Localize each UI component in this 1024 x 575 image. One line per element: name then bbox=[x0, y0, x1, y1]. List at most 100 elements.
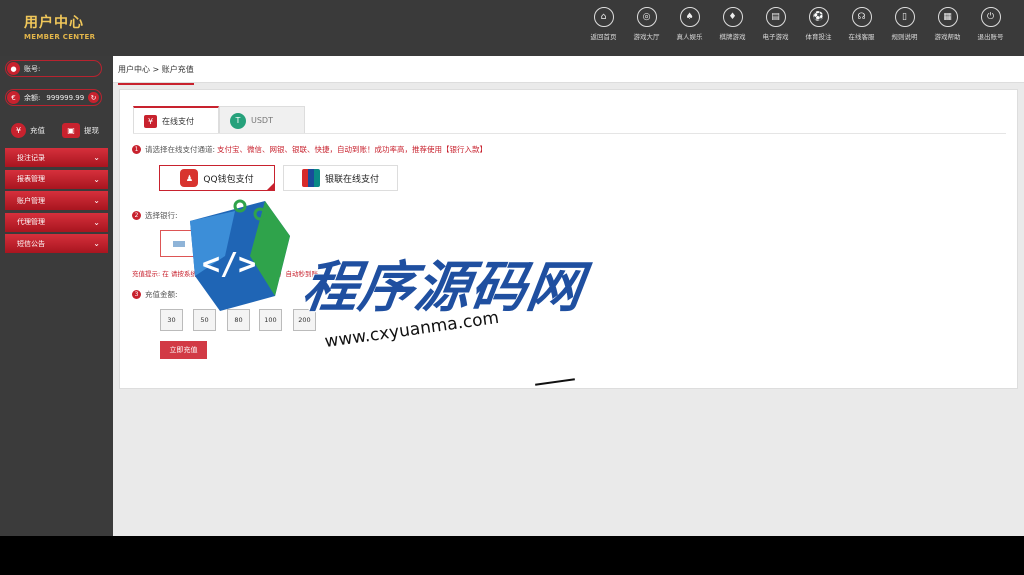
power-icon: ⏻ bbox=[980, 7, 1001, 27]
tab-usdt[interactable]: T USDT bbox=[219, 106, 305, 134]
nav-item-5[interactable]: ⚽ 体育投注 bbox=[797, 7, 840, 41]
nav-label: 电子游戏 bbox=[762, 33, 789, 41]
doc-icon: ▯ bbox=[894, 7, 915, 27]
nav-label: 游戏帮助 bbox=[934, 33, 961, 41]
deposit-label: 充值 bbox=[30, 126, 45, 135]
amount-option[interactable]: 100 bbox=[259, 309, 282, 331]
chevron-down-icon: ⌄ bbox=[93, 217, 100, 227]
nav-item-8[interactable]: ▦ 游戏帮助 bbox=[926, 7, 969, 41]
nav-item-7[interactable]: ▯ 规则说明 bbox=[883, 7, 926, 41]
nav-label: 体育投注 bbox=[805, 33, 832, 41]
logo-subtitle: MEMBER CENTER bbox=[24, 33, 96, 41]
bank-logo-icon bbox=[173, 241, 185, 247]
nav-label: 真人娱乐 bbox=[676, 33, 703, 41]
nav-item-0[interactable]: ⌂ 返回首页 bbox=[582, 7, 625, 41]
dealer-icon: ♠ bbox=[679, 7, 700, 27]
menu-label: 短信公告 bbox=[17, 239, 45, 248]
nav-item-1[interactable]: ◎ 游戏大厅 bbox=[625, 7, 668, 41]
sidebar-menu-item[interactable]: 投注记录 ⌄ bbox=[5, 148, 108, 167]
nav-label: 游戏大厅 bbox=[633, 33, 660, 41]
top-nav: ⌂ 返回首页 ◎ 游戏大厅 ♠ 真人娱乐 ♦ 棋牌游戏 ▤ 电子游戏 ⚽ 体育投注 ☊ 在线客服 ▯ 规则说明… bbox=[582, 7, 1012, 41]
amount-option[interactable]: 30 bbox=[160, 309, 183, 331]
sidebar: ● 账号: € 余额: 999999.99 ↻ ¥ 充值 ▣ 提现 投注记录 ⌄ 报… bbox=[0, 56, 113, 536]
unionpay-icon bbox=[301, 169, 320, 187]
help-icon: ▦ bbox=[937, 7, 958, 27]
step-2: 2 选择银行: bbox=[132, 210, 178, 221]
account-field: ● 账号: bbox=[5, 60, 102, 77]
tab-label: 在线支付 bbox=[162, 116, 194, 126]
member-center-logo[interactable]: 用户中心 MEMBER CENTER bbox=[24, 12, 104, 46]
breadcrumb-bar: 用户中心 > 账户充值 bbox=[113, 56, 1024, 85]
amount-option[interactable]: 200 bbox=[293, 309, 316, 331]
nav-label: 棋牌游戏 bbox=[719, 33, 746, 41]
refresh-icon[interactable]: ↻ bbox=[88, 92, 99, 103]
logo-title: 用户中心 bbox=[24, 15, 84, 31]
slot-icon: ▤ bbox=[765, 7, 786, 27]
step-1: 1 请选择在线支付通道: 支付宝、微信、网银、银联、快捷，自动到账！成功率高，推… bbox=[132, 144, 487, 155]
step3-label: 充值金额: bbox=[145, 290, 178, 299]
sidebar-menu-item[interactable]: 账户管理 ⌄ bbox=[5, 191, 108, 211]
menu-label: 投注记录 bbox=[17, 153, 45, 162]
euro-icon: € bbox=[7, 91, 20, 104]
sidebar-menu-item[interactable]: 短信公告 ⌄ bbox=[5, 234, 108, 254]
nav-item-2[interactable]: ♠ 真人娱乐 bbox=[668, 7, 711, 41]
sidebar-menu-item[interactable]: 报表管理 ⌄ bbox=[5, 169, 108, 189]
deposit-button[interactable]: ¥ 充值 bbox=[11, 123, 45, 138]
step1-label: 请选择在线支付通道: bbox=[145, 145, 216, 154]
home-icon: ⌂ bbox=[593, 7, 614, 27]
recharge-tip: 充值提示: 在 请按系统支付 ， 后马上传图片，提交！自动秒到账。 bbox=[132, 270, 325, 278]
top-bar: 用户中心 MEMBER CENTER ⌂ 返回首页 ◎ 游戏大厅 ♠ 真人娱乐 ♦ 棋牌游戏 ▤… bbox=[0, 0, 1024, 56]
step-3: 3 充值金额: bbox=[132, 289, 178, 300]
nav-item-9[interactable]: ⏻ 退出账号 bbox=[969, 7, 1012, 41]
nav-label: 规则说明 bbox=[891, 33, 918, 41]
yen-icon: ¥ bbox=[11, 123, 26, 138]
selected-corner-icon bbox=[267, 183, 274, 190]
chevron-down-icon: ⌄ bbox=[93, 153, 100, 162]
nav-label: 返回首页 bbox=[590, 33, 617, 41]
bank-option[interactable] bbox=[160, 230, 200, 257]
target-icon: ◎ bbox=[636, 7, 657, 27]
pay-method-label: 银联在线支付 bbox=[324, 174, 379, 185]
pay-method-label: QQ钱包支付 bbox=[203, 174, 254, 185]
balance-label: 余额: bbox=[24, 93, 41, 102]
submit-recharge-button[interactable]: 立即充值 bbox=[160, 341, 207, 359]
sidebar-menu: 投注记录 ⌄ 报表管理 ⌄ 账户管理 ⌄ 代理管理 ⌄ 短信公告 ⌄ bbox=[5, 148, 108, 256]
ball-icon: ⚽ bbox=[808, 7, 829, 27]
tether-icon: T bbox=[230, 112, 246, 129]
qq-wallet-pay-button[interactable]: ♟ QQ钱包支付 bbox=[159, 165, 275, 191]
tab-online-payment[interactable]: ¥ 在线支付 bbox=[133, 106, 219, 134]
withdraw-label: 提现 bbox=[84, 126, 99, 135]
nav-item-3[interactable]: ♦ 棋牌游戏 bbox=[711, 7, 754, 41]
tab-divider bbox=[133, 133, 1006, 134]
nav-label: 在线客服 bbox=[848, 33, 875, 41]
amount-option[interactable]: 80 bbox=[227, 309, 250, 331]
step2-label: 选择银行: bbox=[145, 211, 178, 220]
amount-option[interactable]: 50 bbox=[193, 309, 216, 331]
balance-field: € 余额: 999999.99 ↻ bbox=[5, 89, 102, 106]
wallet-icon: ▣ bbox=[62, 123, 80, 138]
chevron-down-icon: ⌄ bbox=[93, 196, 100, 206]
nav-item-4[interactable]: ▤ 电子游戏 bbox=[754, 7, 797, 41]
headset-icon: ☊ bbox=[851, 7, 872, 27]
step-number: 3 bbox=[132, 290, 141, 299]
step-number: 2 bbox=[132, 211, 141, 220]
menu-label: 代理管理 bbox=[17, 218, 45, 227]
chevron-down-icon: ⌄ bbox=[93, 174, 100, 184]
account-label: 账号: bbox=[24, 64, 41, 73]
payment-tabs: ¥ 在线支付 T USDT bbox=[133, 106, 305, 134]
nav-item-6[interactable]: ☊ 在线客服 bbox=[840, 7, 883, 41]
yuan-icon: ¥ bbox=[144, 114, 157, 128]
bottom-bar bbox=[0, 536, 1024, 575]
chevron-down-icon: ⌄ bbox=[93, 239, 100, 249]
nav-label: 退出账号 bbox=[977, 33, 1004, 41]
step1-hint: 支付宝、微信、网银、银联、快捷，自动到账！成功率高，推荐使用【银行入款】 bbox=[217, 145, 488, 154]
main-content: 用户中心 > 账户充值 ¥ 在线支付 T USDT 1 请选择在线支付通道: 支… bbox=[113, 56, 1024, 536]
user-icon: ● bbox=[7, 62, 20, 75]
unionpay-button[interactable]: 银联在线支付 bbox=[283, 165, 398, 191]
tab-label: USDT bbox=[251, 116, 273, 125]
app-window: 用户中心 MEMBER CENTER ⌂ 返回首页 ◎ 游戏大厅 ♠ 真人娱乐 ♦ 棋牌游戏 ▤… bbox=[0, 0, 1024, 536]
sidebar-menu-item[interactable]: 代理管理 ⌄ bbox=[5, 212, 108, 232]
recharge-panel: ¥ 在线支付 T USDT 1 请选择在线支付通道: 支付宝、微信、网银、银联、… bbox=[119, 89, 1018, 389]
balance-value: 999999.99 bbox=[46, 93, 85, 102]
withdraw-button[interactable]: ▣ 提现 bbox=[62, 123, 99, 138]
